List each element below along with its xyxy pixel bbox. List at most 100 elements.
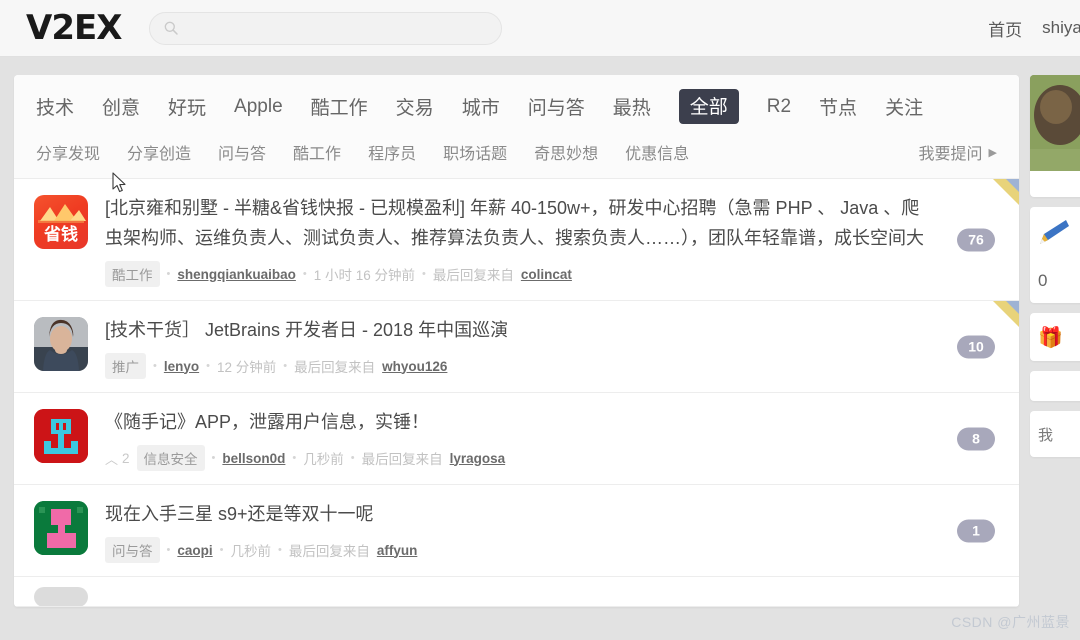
meta-separator: • xyxy=(211,452,216,464)
nav-tab-nodes[interactable]: 节点 xyxy=(819,93,857,120)
nav-tab-deals[interactable]: 交易 xyxy=(396,93,434,120)
ask-question-link[interactable]: 我要提问 ▶ xyxy=(919,140,997,164)
topic-row[interactable]: 现在入手三星 s9+还是等双十一呢 问与答 • caopi • 几秒前 • 最后… xyxy=(14,485,1019,577)
meta-separator: • xyxy=(350,452,355,464)
topic-meta: 问与答 • caopi • 几秒前 • 最后回复来自 affyun xyxy=(105,537,999,563)
topic-time: 几秒前 xyxy=(230,544,271,559)
nav-tab-hot[interactable]: 最热 xyxy=(613,93,651,120)
promo-image-card[interactable] xyxy=(1030,75,1080,197)
meta-separator: • xyxy=(277,544,282,556)
topic-author[interactable]: lenyo xyxy=(164,359,199,374)
header-link-username[interactable]: shiyanlou xyxy=(1042,18,1080,38)
last-reply-prefix: 最后回复来自 xyxy=(288,544,370,559)
mine-card[interactable]: 我 xyxy=(1030,411,1080,457)
reply-count-badge[interactable]: 1 xyxy=(957,519,995,542)
caption-line xyxy=(1030,171,1080,197)
nav-tab-fun[interactable]: 好玩 xyxy=(168,93,206,120)
gift-card[interactable]: 🎁 xyxy=(1030,313,1080,361)
meta-separator: • xyxy=(166,544,171,556)
secondary-nav: 分享发现 分享创造 问与答 酷工作 程序员 职场话题 奇思妙想 优惠信息 我要提… xyxy=(14,134,1019,179)
avatar-partial[interactable] xyxy=(34,587,88,606)
chevron-right-icon: ▶ xyxy=(988,146,997,159)
nav-tab-r2[interactable]: R2 xyxy=(767,96,791,118)
reply-count-badge[interactable]: 8 xyxy=(957,427,995,450)
watermark: CSDN @广州蓝景 xyxy=(951,614,1070,630)
meta-separator: • xyxy=(153,360,157,372)
topic-meta: 酷工作 • shengqiankuaibao • 1 小时 16 分钟前 • 最… xyxy=(105,261,999,287)
topic-title[interactable]: 《随手记》APP，泄露用户信息，实锤！ xyxy=(105,407,999,437)
subnav-deals[interactable]: 优惠信息 xyxy=(625,140,689,164)
subnav-workplace[interactable]: 职场话题 xyxy=(443,140,507,164)
primary-nav: 技术 创意 好玩 Apple 酷工作 交易 城市 问与答 最热 全部 R2 节点… xyxy=(14,75,1019,134)
gift-icon: 🎁 xyxy=(1038,326,1063,349)
reply-count-badge[interactable]: 76 xyxy=(957,228,995,251)
node-tag[interactable]: 信息安全 xyxy=(136,445,205,471)
search-icon xyxy=(163,20,179,36)
topic-content: 现在入手三星 s9+还是等双十一呢 问与答 • caopi • 几秒前 • 最后… xyxy=(88,499,999,563)
upvote-count: 2 xyxy=(122,450,130,466)
meta-separator: • xyxy=(302,268,307,280)
topic-time: 1 小时 16 分钟前 xyxy=(313,268,416,283)
shengqian-avatar[interactable]: 省钱 xyxy=(34,195,88,249)
search-box[interactable] xyxy=(149,11,503,45)
promo-image xyxy=(1030,75,1080,171)
node-tag[interactable]: 问与答 xyxy=(105,537,160,563)
header-nav-links: 首页 shiyanlou xyxy=(988,16,1080,41)
main-column: 技术 创意 好玩 Apple 酷工作 交易 城市 问与答 最热 全部 R2 节点… xyxy=(14,75,1019,607)
nav-tab-follow[interactable]: 关注 xyxy=(885,93,923,120)
pencil-icon xyxy=(1030,207,1080,259)
upvote-indicator[interactable]: ︿ 2 xyxy=(105,449,130,468)
blank-area xyxy=(1030,371,1080,401)
last-reply-user[interactable]: whyou126 xyxy=(382,359,447,374)
topic-author[interactable]: bellson0d xyxy=(222,451,285,466)
topic-row-partial[interactable] xyxy=(14,577,1019,607)
last-reply-user[interactable]: colincat xyxy=(521,267,572,282)
topic-title[interactable]: [北京雍和别墅 - 半糖&省钱快报 - 已规模盈利] 年薪 40-150w+，研… xyxy=(105,193,999,253)
nav-tab-city[interactable]: 城市 xyxy=(462,93,500,120)
svg-text:省钱: 省钱 xyxy=(43,224,78,245)
meta-separator: • xyxy=(292,452,297,464)
topic-author[interactable]: caopi xyxy=(177,543,212,558)
topic-row[interactable]: 省钱 [北京雍和别墅 - 半糖&省钱快报 - 已规模盈利] 年薪 40-150w… xyxy=(14,179,1019,301)
last-reply-prefix: 最后回复来自 xyxy=(361,452,443,467)
topic-title[interactable]: 现在入手三星 s9+还是等双十一呢 xyxy=(105,499,999,529)
topic-row[interactable]: [技术干货］ JetBrains 开发者日 - 2018 年中国巡演 推广 • … xyxy=(14,301,1019,393)
write-card[interactable]: 0 xyxy=(1030,207,1080,303)
green-pixel-avatar[interactable] xyxy=(34,501,88,555)
meta-separator: • xyxy=(166,268,171,280)
corner-marker-icon xyxy=(993,301,1019,327)
node-tag[interactable]: 推广 xyxy=(105,353,146,379)
red-pixel-avatar[interactable] xyxy=(34,409,88,463)
nav-tab-all[interactable]: 全部 xyxy=(678,89,739,124)
subnav-programmer[interactable]: 程序员 xyxy=(368,140,416,164)
node-tag[interactable]: 酷工作 xyxy=(105,261,160,287)
page-body: 技术 创意 好玩 Apple 酷工作 交易 城市 问与答 最热 全部 R2 节点… xyxy=(0,57,1080,640)
topic-row[interactable]: 《随手记》APP，泄露用户信息，实锤！ ︿ 2 信息安全 • bellson0d… xyxy=(14,393,1019,485)
last-reply-user[interactable]: lyragosa xyxy=(450,451,506,466)
nav-tab-qa[interactable]: 问与答 xyxy=(528,93,585,120)
subnav-share-create[interactable]: 分享创造 xyxy=(127,140,191,164)
upvote-arrow-icon: ︿ xyxy=(105,451,119,467)
blank-card[interactable] xyxy=(1030,371,1080,401)
header-link-home[interactable]: 首页 xyxy=(988,16,1022,41)
topic-title[interactable]: [技术干货］ JetBrains 开发者日 - 2018 年中国巡演 xyxy=(105,315,999,345)
subnav-jobs[interactable]: 酷工作 xyxy=(293,140,341,164)
meta-separator: • xyxy=(206,360,210,372)
meta-separator: • xyxy=(283,360,288,372)
subnav-ideas[interactable]: 奇思妙想 xyxy=(534,140,598,164)
topic-content: 《随手记》APP，泄露用户信息，实锤！ ︿ 2 信息安全 • bellson0d… xyxy=(88,407,999,471)
person-photo-avatar[interactable] xyxy=(34,317,88,371)
nav-tab-apple[interactable]: Apple xyxy=(234,96,283,118)
search-input[interactable] xyxy=(187,20,488,36)
nav-tab-jobs[interactable]: 酷工作 xyxy=(311,93,368,120)
nav-tab-creative[interactable]: 创意 xyxy=(102,93,140,120)
last-reply-user[interactable]: affyun xyxy=(377,543,418,558)
topic-author[interactable]: shengqiankuaibao xyxy=(177,267,296,282)
subnav-qa[interactable]: 问与答 xyxy=(218,140,266,164)
nav-tab-tech[interactable]: 技术 xyxy=(36,93,74,120)
site-logo[interactable]: V2EX xyxy=(26,8,122,48)
topic-content: [技术干货］ JetBrains 开发者日 - 2018 年中国巡演 推广 • … xyxy=(88,315,999,379)
reply-count-badge[interactable]: 10 xyxy=(957,335,995,358)
topic-time: 12 分钟前 xyxy=(216,360,277,375)
subnav-share-discover[interactable]: 分享发现 xyxy=(36,140,100,164)
